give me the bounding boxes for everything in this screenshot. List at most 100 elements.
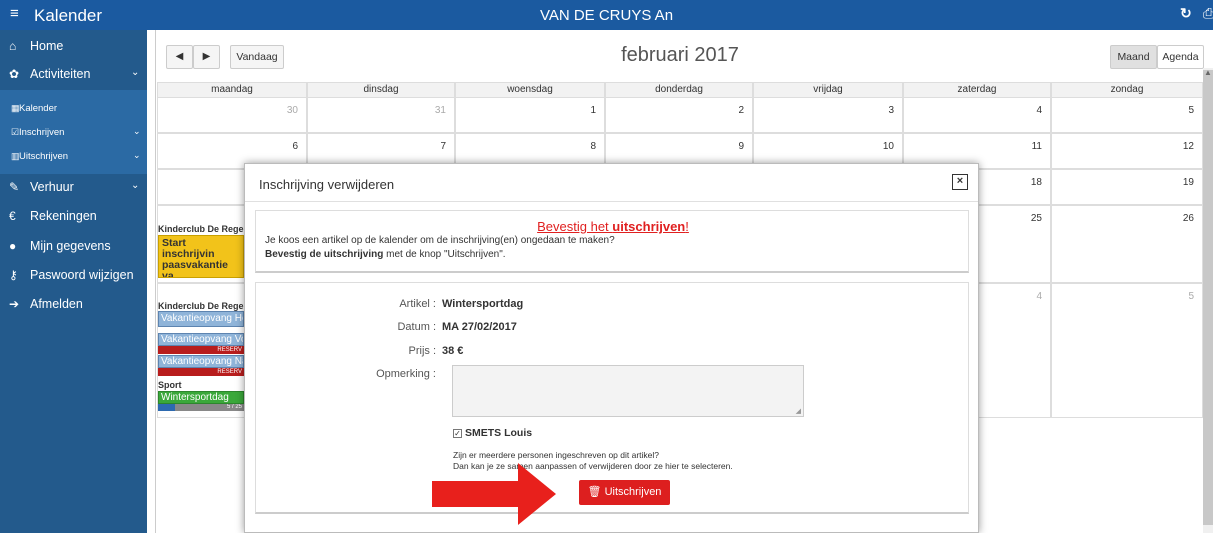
- chevron-down-icon: ⌄: [131, 180, 140, 191]
- weekday-header: donderdag: [605, 82, 753, 98]
- month-title: februari 2017: [621, 44, 739, 66]
- confirm-heading-bold: uitschrijven: [612, 219, 686, 234]
- event-group-label: Kinderclub De Regenb: [158, 301, 255, 311]
- confirm-heading: Bevestig het uitschrijven!: [256, 219, 970, 234]
- view-agenda-button[interactable]: Agenda: [1157, 45, 1204, 69]
- sidebar-item-rekeningen[interactable]: € Rekeningen: [0, 203, 147, 231]
- view-month-button[interactable]: Maand: [1110, 45, 1157, 69]
- day-cell[interactable]: 1: [455, 97, 605, 133]
- sidebar-item-label: Uitschrijven: [19, 151, 69, 162]
- sidebar-item-label: Inschrijven: [19, 127, 65, 138]
- euro-icon: €: [9, 209, 16, 223]
- sidebar-item-uitschrijven[interactable]: ▥ Uitschrijven ⌄: [0, 146, 147, 168]
- confirm-instruction: Bevestig de uitschrijving met de knop "U…: [265, 249, 506, 260]
- event-group-label: Sport: [158, 380, 182, 390]
- sidebar-item-label: Verhuur: [30, 180, 74, 194]
- sidebar-item-paswoord[interactable]: ⚷ Paswoord wijzigen: [0, 262, 147, 290]
- confirm-instruction-bold: Bevestig de uitschrijving: [265, 249, 384, 260]
- sidebar: ⌂ Home ✿ Activiteiten ⌄ ▦ Kalender ☑ Ins…: [0, 30, 147, 533]
- sidebar-item-inschrijven[interactable]: ☑ Inschrijven ⌄: [0, 122, 147, 144]
- event-item[interactable]: Vakantieopvang Vo: [158, 333, 244, 346]
- resize-grip-icon[interactable]: ◢: [796, 407, 801, 415]
- artikel-label: Artikel :: [399, 298, 436, 310]
- day-cell[interactable]: 4: [903, 97, 1051, 133]
- close-button[interactable]: ×: [952, 174, 968, 190]
- sidebar-item-label: Paswoord wijzigen: [30, 268, 134, 282]
- person-label[interactable]: SMETS Louis: [465, 427, 532, 439]
- weekday-header: maandag: [157, 82, 307, 98]
- datum-value: MA 27/02/2017: [442, 321, 517, 333]
- sidebar-item-verhuur[interactable]: ✎ Verhuur ⌄: [0, 174, 147, 202]
- confirm-heading-prefix: Bevestig het: [537, 219, 613, 234]
- weekday-header: vrijdag: [753, 82, 903, 98]
- print-icon[interactable]: ⎙: [1203, 5, 1213, 22]
- day-cell[interactable]: 30: [157, 97, 307, 133]
- day-cell[interactable]: 19: [1051, 169, 1203, 205]
- prijs-value: 38 €: [442, 345, 464, 357]
- prijs-label: Prijs :: [408, 345, 437, 357]
- trash-icon: 🗑: [587, 486, 602, 498]
- datum-label: Datum :: [397, 321, 436, 333]
- sidebar-item-label: Rekeningen: [30, 209, 97, 223]
- weekday-header: zaterdag: [903, 82, 1051, 98]
- chevron-down-icon: ⌄: [131, 67, 140, 78]
- user-icon: ●: [9, 239, 17, 253]
- day-cell[interactable]: 5: [1051, 283, 1203, 418]
- person-checkbox[interactable]: ✓: [453, 429, 462, 438]
- multi-person-note: Zijn er meerdere personen ingeschreven o…: [453, 450, 660, 460]
- modal-title: Inschrijving verwijderen: [259, 177, 395, 192]
- activities-icon: ✿: [9, 67, 20, 81]
- event-progress: 5 / 25: [158, 404, 244, 411]
- event-badge: RESERV: [158, 368, 244, 376]
- divider: [245, 201, 978, 202]
- sidebar-item-mijn-gegevens[interactable]: ● Mijn gegevens: [0, 233, 147, 261]
- progress-count: 5 / 25: [226, 404, 242, 410]
- day-cell[interactable]: 12: [1051, 133, 1203, 169]
- weekday-header: woensdag: [455, 82, 605, 98]
- weekday-header: zondag: [1051, 82, 1203, 98]
- event-badge: RESERV: [158, 346, 244, 354]
- day-cell[interactable]: 3: [753, 97, 903, 133]
- sidebar-item-label: Home: [30, 39, 64, 53]
- user-name: VAN DE CRUYS An: [539, 7, 674, 24]
- sidebar-item-label: Activiteiten: [30, 67, 91, 81]
- chevron-down-icon: ⌄: [133, 126, 141, 136]
- sidebar-item-activiteiten[interactable]: ✿ Activiteiten ⌄: [0, 61, 147, 89]
- sidebar-item-label: Afmelden: [30, 297, 83, 311]
- artikel-value: Wintersportdag: [442, 298, 524, 310]
- refresh-icon[interactable]: ↻: [1180, 5, 1192, 22]
- home-icon: ⌂: [9, 39, 17, 53]
- scrollbar-thumb[interactable]: [1203, 70, 1213, 525]
- unsubscribe-button[interactable]: 🗑 Uitschrijven: [579, 480, 670, 505]
- event-item[interactable]: Wintersportdag: [158, 391, 244, 404]
- key-icon: ⚷: [9, 268, 18, 282]
- day-cell[interactable]: 2: [605, 97, 753, 133]
- chevron-down-icon: ⌄: [133, 150, 141, 160]
- promo-event[interactable]: Start inschrijvin paasvakantie va: [158, 235, 244, 278]
- rent-icon: ✎: [9, 180, 20, 194]
- annotation-arrow-icon: [432, 463, 556, 525]
- day-cell[interactable]: 31: [307, 97, 455, 133]
- event-item[interactable]: Vakantieopvang He: [158, 311, 244, 327]
- scroll-up-icon[interactable]: ▲: [1204, 68, 1212, 77]
- confirm-heading-suffix: !: [685, 219, 689, 234]
- day-cell[interactable]: 5: [1051, 97, 1203, 133]
- progress-fill: [158, 404, 176, 411]
- opmerking-field[interactable]: ◢: [452, 365, 804, 417]
- opmerking-label: Opmerking :: [376, 368, 436, 380]
- event-item[interactable]: Vakantieopvang Na: [158, 355, 244, 368]
- unsubscribe-modal: Inschrijving verwijderen × Bevestig het …: [244, 163, 979, 533]
- confirm-panel: Bevestig het uitschrijven! Je koos een a…: [255, 210, 969, 273]
- sidebar-item-home[interactable]: ⌂ Home: [0, 33, 147, 61]
- sidebar-item-label: Mijn gegevens: [30, 239, 111, 253]
- sidebar-item-afmelden[interactable]: ➔ Afmelden: [0, 291, 147, 319]
- unsubscribe-button-label: Uitschrijven: [604, 486, 662, 498]
- sidebar-item-kalender[interactable]: ▦ Kalender: [0, 98, 147, 120]
- top-bar: ≡ Kalender VAN DE CRUYS An ↻ ⎙: [0, 0, 1213, 30]
- confirm-instruction-rest: met de knop "Uitschrijven".: [383, 249, 506, 260]
- sidebar-item-label: Kalender: [19, 103, 58, 114]
- edit-icon: ☑: [11, 127, 20, 137]
- confirm-text: Je koos een artikel op de kalender om de…: [265, 235, 615, 246]
- day-cell[interactable]: 26: [1051, 205, 1203, 283]
- details-panel: Artikel : Wintersportdag Datum : MA 27/0…: [255, 282, 969, 514]
